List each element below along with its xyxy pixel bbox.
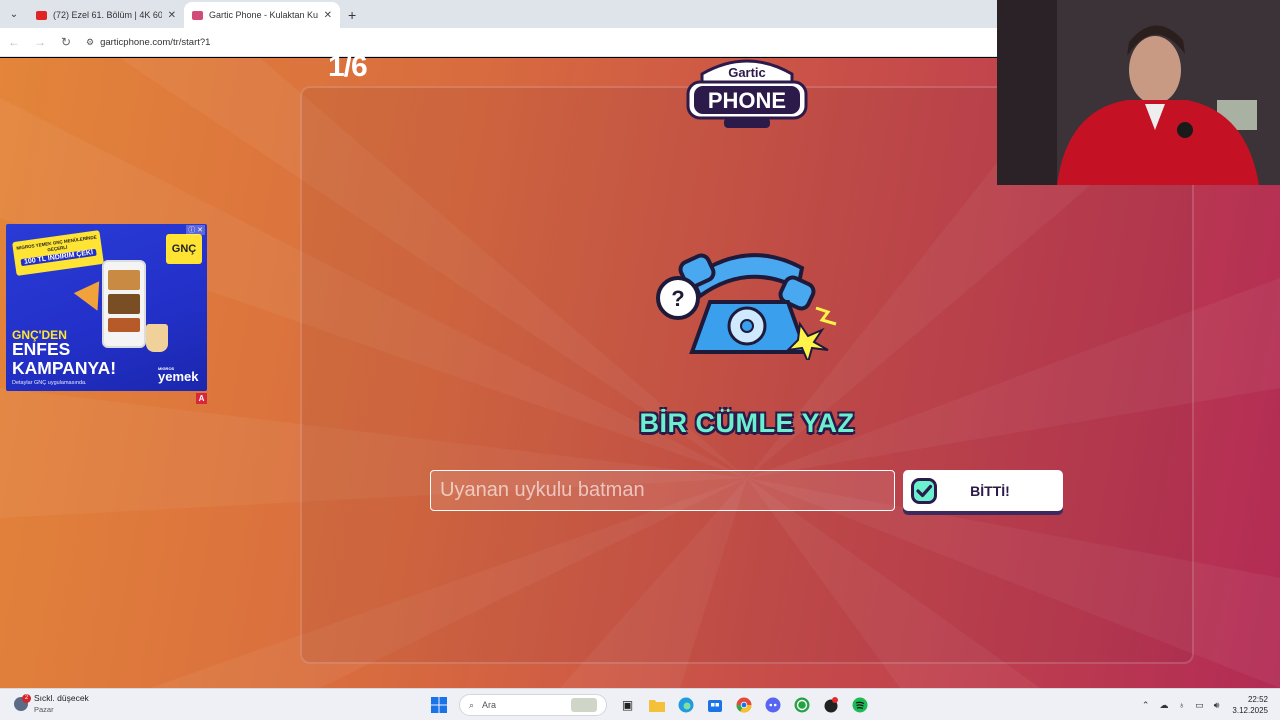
forward-arrow-icon[interactable]: → [28, 35, 52, 49]
app-icon[interactable] [820, 694, 842, 716]
logo-bottom-text: PHONE [708, 88, 786, 113]
ad-marker-badge: A [196, 393, 207, 404]
youtube-favicon-icon [36, 10, 47, 20]
ad-close-icon[interactable]: ⓘ ✕ [186, 225, 205, 235]
weather-sub: Pazar [34, 705, 54, 714]
svg-text:?: ? [671, 286, 684, 311]
chevron-up-icon[interactable]: ⌃ [1142, 700, 1150, 711]
gartic-phone-logo: Gartic PHONE [686, 59, 808, 128]
url-field[interactable]: ⚙ garticphone.com/tr/start?1 [86, 37, 210, 48]
tab-search-chevron-icon[interactable]: ⌄ [4, 3, 24, 25]
edge-browser-icon[interactable] [675, 694, 697, 716]
windows-start-icon[interactable] [428, 694, 450, 716]
ad-footnote: Detaylar GNÇ uygulamasında. [12, 380, 87, 386]
weather-badge: 2 [22, 694, 31, 703]
windows-taskbar: 2 Sıckl. düşecek Pazar ⌕ Ara ▣ ⌃ ☁ ♁ ▭ 🔊… [0, 688, 1280, 720]
gartic-favicon-icon [192, 10, 203, 20]
sentence-input[interactable] [430, 470, 895, 511]
ad-phone-image [102, 260, 146, 348]
display-icon[interactable]: ▭ [1195, 700, 1204, 711]
chrome-icon[interactable] [733, 694, 755, 716]
tab-gartic-phone[interactable]: Gartic Phone - Kulaktan Kulağa ✕ [184, 2, 340, 28]
site-info-icon[interactable]: ⚙ [86, 37, 94, 48]
microsoft-store-icon[interactable] [704, 694, 726, 716]
ad-coupon-chip: MIGROS YEMEK GNÇ MENÜLERİNDE GEÇERLİ 100… [12, 230, 104, 276]
weather-title: Sıckl. düşecek [34, 693, 89, 703]
logo-top-text: Gartic [728, 65, 766, 80]
close-tab-icon[interactable]: ✕ [324, 10, 332, 21]
drink-image [146, 324, 168, 352]
file-explorer-icon[interactable] [646, 694, 668, 716]
search-icon: ⌕ [469, 699, 475, 710]
tab-title: (72) Ezel 61. Bölüm | 4K 60 FPS [53, 10, 162, 20]
microphone-icon[interactable]: ♁ [1178, 700, 1185, 710]
url-text: garticphone.com/tr/start?1 [100, 36, 211, 48]
volume-icon[interactable]: 🔊︎ [1214, 700, 1220, 711]
discord-icon[interactable] [762, 694, 784, 716]
webcam-overlay [997, 0, 1280, 185]
onedrive-cloud-icon[interactable]: ☁ [1159, 700, 1168, 711]
spotify-icon[interactable] [849, 694, 871, 716]
ad-brand: yemek [158, 369, 199, 384]
reload-icon[interactable]: ↻ [54, 35, 78, 49]
taskbar-search[interactable]: ⌕ Ara [459, 694, 607, 716]
system-tray: ⌃ ☁ ♁ ▭ 🔊︎ 22:52 3.12.2025 [1137, 694, 1268, 716]
whatsapp-icon[interactable] [791, 694, 813, 716]
clock-time: 22:52 [1247, 695, 1268, 704]
clock-date: 3.12.2025 [1232, 706, 1268, 715]
round-counter: 1/6 [328, 50, 368, 83]
new-tab-icon[interactable]: + [348, 7, 356, 23]
search-placeholder: Ara [482, 700, 497, 710]
close-tab-icon[interactable]: ✕ [168, 10, 176, 21]
weather-widget[interactable]: 2 Sıckl. düşecek Pazar [14, 693, 89, 715]
webcam-person-image [997, 0, 1280, 185]
prompt-title: BİR CÜMLE YAZ [639, 408, 855, 438]
search-highlight-image [571, 698, 597, 712]
done-button-label: BİTTİ! [970, 482, 1010, 499]
system-clock[interactable]: 22:52 3.12.2025 [1232, 694, 1268, 716]
telephone-illustration-icon: ? [656, 253, 837, 360]
tab-title: Gartic Phone - Kulaktan Kulağa [209, 10, 318, 20]
tab-youtube[interactable]: (72) Ezel 61. Bölüm | 4K 60 FPS ✕ [28, 2, 184, 28]
ad-headline: ENFES KAMPANYA! [12, 339, 117, 378]
task-view-icon[interactable]: ▣ [617, 694, 639, 716]
ad-brand-logo: MIGROS yemek [158, 366, 198, 384]
taskbar-apps: ⌕ Ara ▣ [424, 694, 874, 716]
done-button[interactable]: BİTTİ! [903, 470, 1063, 511]
weather-icon: 2 [14, 694, 31, 711]
ad-badge: GNÇ [166, 234, 202, 264]
advertisement-banner[interactable]: MIGROS YEMEK GNÇ MENÜLERİNDE GEÇERLİ 100… [6, 224, 207, 391]
checkmark-icon [911, 477, 937, 504]
back-arrow-icon[interactable]: ← [2, 35, 26, 49]
